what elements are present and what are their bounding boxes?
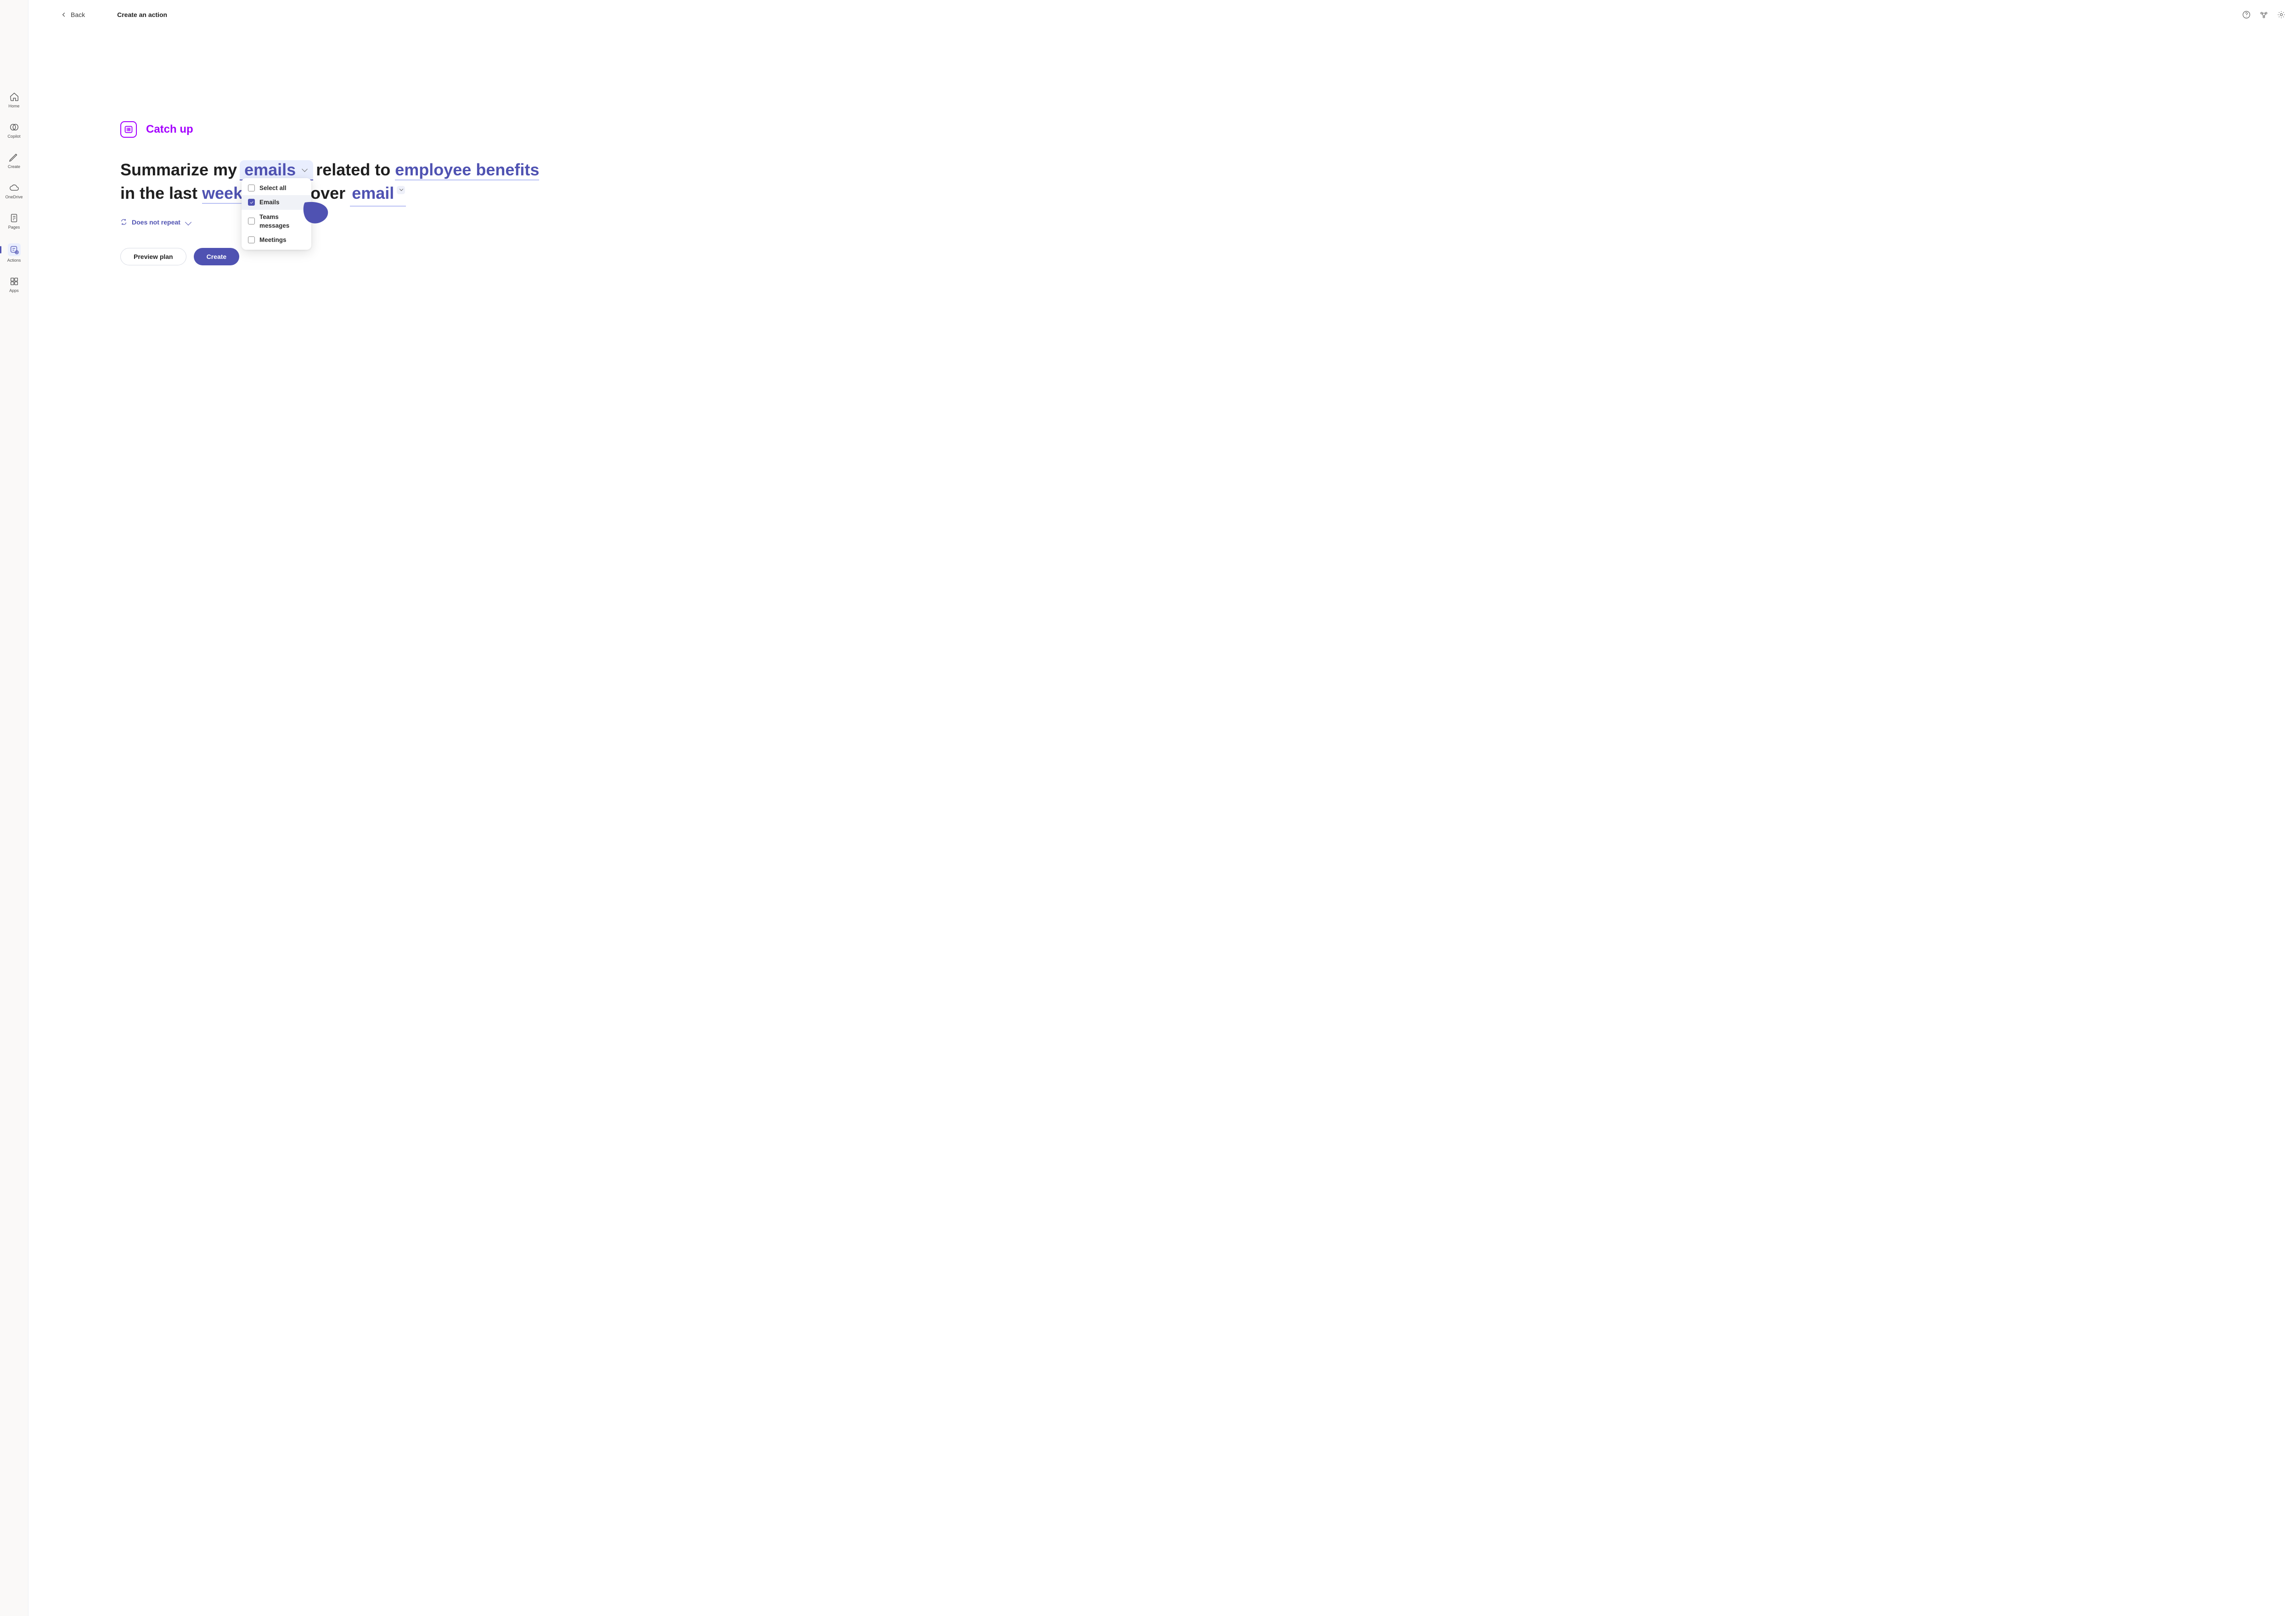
chevron-down-icon	[185, 219, 191, 225]
rail-item-label: Apps	[9, 288, 19, 293]
create-icon	[9, 152, 19, 163]
dropdown-option-meetings[interactable]: Meetings	[242, 233, 311, 247]
chevron-left-icon	[61, 11, 67, 18]
rail-item-actions[interactable]: Actions	[1, 243, 27, 263]
dropdown-option-teams[interactable]: Teams messages	[242, 210, 311, 233]
rail-item-label: Actions	[7, 258, 21, 263]
rail-item-label: Copilot	[7, 134, 20, 139]
rail-item-home[interactable]: Home	[1, 92, 27, 108]
help-icon	[2242, 10, 2251, 19]
list-icon	[124, 125, 133, 134]
repeat-selector[interactable]: Does not repeat	[120, 219, 2296, 226]
sentence-static: in the last	[120, 184, 202, 202]
home-icon	[9, 92, 19, 102]
rail-item-onedrive[interactable]: OneDrive	[1, 183, 27, 199]
rail-item-apps[interactable]: Apps	[1, 276, 27, 293]
apps-icon	[9, 276, 19, 286]
checkbox-icon	[248, 185, 255, 191]
source-token[interactable]: emails	[240, 160, 313, 180]
channel-token[interactable]: email	[350, 181, 406, 206]
connectors-button[interactable]	[2259, 10, 2268, 19]
rail-item-label: Pages	[8, 225, 20, 230]
cloud-icon	[9, 183, 19, 193]
pages-icon	[9, 213, 19, 223]
dropdown-option-select-all[interactable]: Select all	[242, 181, 311, 195]
actions-icon	[9, 245, 19, 255]
connectors-icon	[2259, 10, 2268, 19]
checkbox-icon	[248, 218, 255, 224]
channel-token-label: email	[352, 184, 394, 202]
rail-item-create[interactable]: Create	[1, 152, 27, 169]
main-content: Catch up Summarize my emails related to …	[28, 29, 2296, 1616]
gear-icon	[2277, 10, 2286, 19]
page-header: Back Create an action	[28, 0, 2296, 29]
preview-plan-button[interactable]: Preview plan	[120, 248, 186, 265]
action-type-badge	[120, 121, 137, 138]
create-button[interactable]: Create	[194, 248, 240, 265]
rail-item-copilot[interactable]: Copilot	[1, 122, 27, 139]
checkbox-icon	[248, 199, 255, 206]
range-token[interactable]: week	[202, 184, 242, 204]
action-sentence: Summarize my emails related to employee …	[120, 158, 557, 207]
dropdown-option-label: Select all	[259, 184, 287, 192]
page-title: Create an action	[117, 11, 167, 18]
help-button[interactable]	[2242, 10, 2251, 19]
rail-item-label: Home	[8, 104, 19, 108]
back-button[interactable]: Back	[61, 8, 90, 21]
left-rail: Home Copilot Create OneDrive Pages Actio…	[0, 0, 28, 1616]
sentence-static: related to	[311, 160, 395, 179]
repeat-icon	[120, 219, 127, 225]
dropdown-option-emails[interactable]: Emails	[242, 195, 311, 209]
settings-button[interactable]	[2277, 10, 2286, 19]
rail-item-pages[interactable]: Pages	[1, 213, 27, 230]
checkbox-icon	[248, 236, 255, 243]
repeat-label: Does not repeat	[132, 219, 180, 226]
topic-token[interactable]: employee benefits	[395, 160, 539, 180]
rail-item-label: Create	[8, 164, 20, 169]
dropdown-option-label: Teams messages	[259, 213, 305, 230]
rail-item-label: OneDrive	[5, 195, 23, 199]
sentence-static: Summarize my	[120, 160, 242, 179]
back-button-label: Back	[71, 11, 85, 18]
copilot-icon	[9, 122, 19, 132]
source-dropdown: Select all Emails Teams messages Meeting…	[242, 178, 311, 250]
dropdown-option-label: Emails	[259, 198, 280, 207]
dropdown-option-label: Meetings	[259, 236, 287, 244]
action-type-title: Catch up	[146, 123, 193, 136]
